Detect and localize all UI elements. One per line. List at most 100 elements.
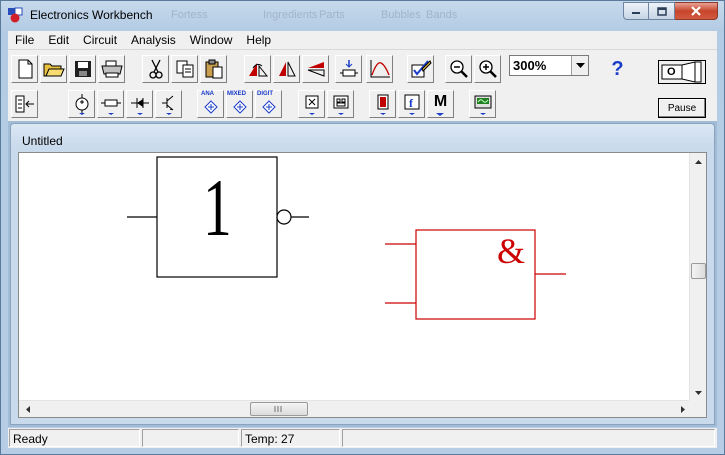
copy-icon [176,60,193,78]
cut-button[interactable] [142,55,169,83]
scroll-down-button[interactable] [690,384,706,401]
zoom-value: 300% [513,58,547,73]
printer-icon [100,60,123,78]
analog-ics-bin-button[interactable]: ANA [197,90,224,118]
help-icon: ? [611,57,624,80]
temp-value: 27 [281,432,295,446]
resistor-icon [100,99,121,115]
miscellaneous-bin-button[interactable]: M [427,90,454,118]
mixed-ics-bin-button[interactable]: MIXED [226,90,253,118]
instrument-icon [474,95,491,115]
pencil-check-icon [411,60,432,78]
minimize-icon [632,12,640,14]
dropdown-arrow-icon [436,113,444,116]
menu-edit[interactable]: Edit [41,31,76,49]
rotate-button[interactable] [244,55,271,83]
title-bar[interactable]: Electronics Workbench Fortess Ingredient… [1,1,724,29]
component-properties-button[interactable] [335,55,362,83]
menu-analysis[interactable]: Analysis [124,31,183,49]
minimize-button[interactable] [623,2,649,20]
status-ready: Ready [9,429,140,447]
transistors-bin-button[interactable] [155,90,182,118]
mixed-label: MIXED [227,91,247,97]
save-disk-icon [74,61,91,77]
misc-icon: M [433,92,448,110]
scroll-corner [689,400,706,417]
source-icon [75,94,88,115]
print-button[interactable] [98,55,125,83]
digit-label: DIGIT [257,91,273,97]
menu-circuit[interactable]: Circuit [76,31,124,49]
menu-window[interactable]: Window [183,31,240,49]
function-control-icon: f [404,94,419,115]
copy-button[interactable] [171,55,198,83]
arrow-right-icon [680,406,685,413]
status-bar: Ready Temp: 27 [8,428,717,448]
menu-help[interactable]: Help [239,31,278,49]
flip-vertical-icon [307,62,324,77]
app-icon[interactable] [7,7,23,23]
ghost-menu-2: Parts [319,9,345,21]
and-gate-symbol: & [497,231,526,271]
circuit-window: Untitled 1 & [10,123,715,425]
new-file-icon [18,59,32,79]
help-button[interactable]: ? [604,55,631,83]
scroll-left-button[interactable] [19,401,36,417]
app-window: Electronics Workbench Fortess Ingredient… [0,0,725,455]
indicators-bin-button[interactable] [369,90,396,118]
controls-bin-button[interactable]: f [398,90,425,118]
and-gate[interactable] [385,229,575,324]
check-button[interactable] [407,55,434,83]
digital-bin-button[interactable] [327,90,354,118]
component-properties-icon [339,60,358,77]
flip-horizontal-button[interactable] [273,55,300,83]
menu-file[interactable]: File [8,31,41,49]
diodes-bin-button[interactable] [126,90,153,118]
digital-chip-icon [333,95,348,115]
status-empty-2 [342,429,715,447]
sources-bin-button[interactable] [68,90,95,118]
favorites-bin-button[interactable] [11,90,38,118]
open-button[interactable] [40,55,67,83]
zoom-in-button[interactable] [474,55,501,83]
graph-analysis-button[interactable] [366,55,393,83]
zoom-dropdown-button[interactable] [571,56,588,75]
zoom-out-button[interactable] [445,55,472,83]
paste-button[interactable] [200,55,227,83]
zoom-select[interactable]: 300% [509,55,589,76]
ghost-text: Fortess [171,9,208,21]
vertical-scrollbar[interactable] [689,153,706,401]
flip-vertical-button[interactable] [302,55,329,83]
ghost-menu-1: Ingredients [263,9,318,21]
pause-button[interactable]: Pause [658,98,706,118]
status-temp: Temp: 27 [241,429,340,447]
power-switch[interactable]: O [658,60,706,84]
diode-icon [130,98,149,115]
digital-ics-bin-button[interactable]: DIGIT [255,90,282,118]
vertical-scroll-thumb[interactable] [691,263,706,279]
zoom-in-icon [478,60,497,78]
rotate-icon [248,63,268,77]
horizontal-scrollbar[interactable] [19,400,691,417]
scroll-up-button[interactable] [690,153,706,170]
circuit-canvas[interactable]: 1 & [18,152,707,418]
save-button[interactable] [69,55,96,83]
ghost-menu-4: Bands [426,9,458,21]
zoom-out-icon [449,60,468,78]
ana-label: ANA [201,91,214,97]
grip-icon [274,406,282,412]
instruments-bin-button[interactable] [469,90,496,118]
close-icon [691,6,701,16]
maximize-button[interactable] [649,2,675,20]
paste-clipboard-icon [205,59,222,79]
chevron-down-icon [575,62,585,68]
favorites-bin-icon [15,95,34,113]
scissors-icon [148,59,163,79]
basic-bin-button[interactable] [97,90,124,118]
flip-horizontal-icon [278,61,296,77]
arrow-up-icon [695,159,702,164]
new-button[interactable] [11,55,38,83]
logic-gates-bin-button[interactable] [298,90,325,118]
close-button[interactable] [675,2,718,20]
horizontal-scroll-thumb[interactable] [250,402,308,416]
